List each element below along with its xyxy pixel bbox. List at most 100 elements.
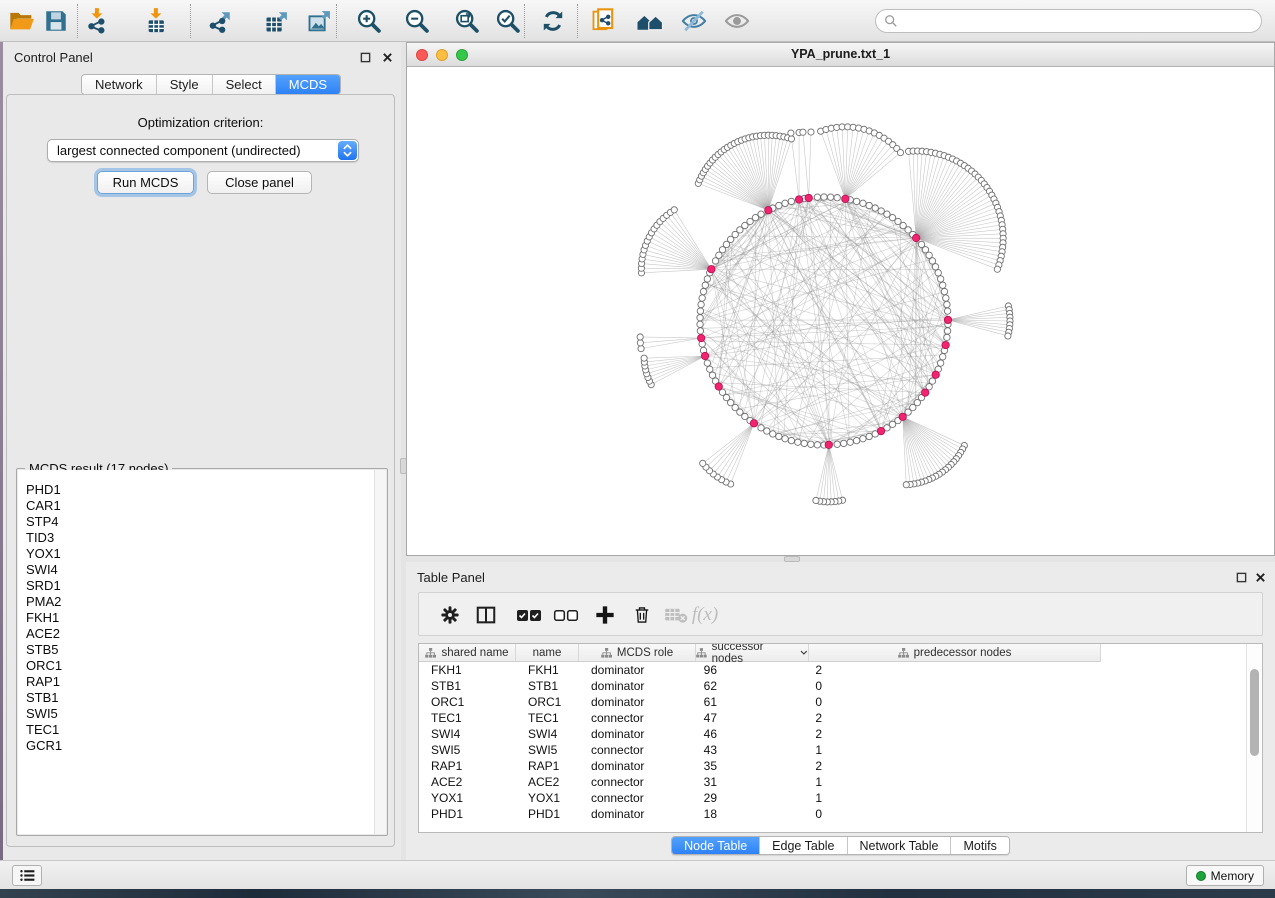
zoom-fit-icon[interactable]: [451, 5, 483, 37]
hide-selected-eye-icon[interactable]: [678, 5, 710, 37]
table-toolbar: f(x): [418, 592, 1263, 636]
export-table-icon[interactable]: [261, 5, 293, 37]
mcds-result-item[interactable]: TID3: [26, 530, 386, 546]
search-field[interactable]: [875, 9, 1262, 33]
export-network-icon[interactable]: [205, 5, 237, 37]
export-image-icon[interactable]: [304, 5, 336, 37]
save-session-icon[interactable]: [40, 5, 72, 37]
zoom-in-icon[interactable]: [353, 5, 385, 37]
mcds-result-item[interactable]: SWI5: [26, 706, 386, 722]
import-table-icon[interactable]: [142, 5, 174, 37]
mcds-result-item[interactable]: ORC1: [26, 658, 386, 674]
list-icon: [19, 869, 36, 882]
tab-network-table[interactable]: Network Table: [848, 837, 952, 854]
mcds-result-item[interactable]: SRD1: [26, 578, 386, 594]
tab-style[interactable]: Style: [157, 75, 213, 94]
table-row[interactable]: STB1 STB1 dominator 62 0: [419, 678, 1101, 694]
mcds-result-item[interactable]: GCR1: [26, 738, 386, 754]
table-panel-title: Table Panel: [417, 570, 485, 585]
table-body: FKH1 FKH1 dominator 96 2 STB1 STB1 domin…: [419, 662, 1101, 822]
show-all-eye-icon[interactable]: [721, 5, 753, 37]
deselect-all-icon[interactable]: [552, 601, 580, 629]
run-mcds-button[interactable]: Run MCDS: [97, 171, 194, 194]
column-header-successor-nodes[interactable]: successor nodes: [696, 644, 809, 662]
memory-status-icon: [1196, 871, 1206, 881]
toolbar-separator: [190, 4, 191, 38]
mcds-result-item[interactable]: PMA2: [26, 594, 386, 610]
toolbar-separator: [336, 4, 337, 38]
tab-node-table[interactable]: Node Table: [672, 837, 760, 854]
table-row[interactable]: RAP1 RAP1 dominator 35 2: [419, 758, 1101, 774]
table-tab-bar: Node Table Edge Table Network Table Moti…: [406, 836, 1275, 855]
column-header-mcds-role[interactable]: MCDS role: [579, 644, 696, 662]
mcds-result-item[interactable]: TEC1: [26, 722, 386, 738]
mcds-result-item[interactable]: FKH1: [26, 610, 386, 626]
open-file-icon[interactable]: [6, 5, 38, 37]
network-window-titlebar[interactable]: YPA_prune.txt_1: [407, 43, 1274, 67]
table-header-row: shared name name MCDS role successor nod…: [419, 644, 1101, 662]
tab-mcds[interactable]: MCDS: [276, 75, 340, 94]
table-settings-gear-icon[interactable]: [436, 601, 464, 629]
delete-column-trash-icon[interactable]: [628, 601, 656, 629]
tab-select[interactable]: Select: [213, 75, 276, 94]
table-row[interactable]: SWI4 SWI4 dominator 46 2: [419, 726, 1101, 742]
mcds-result-item[interactable]: STP4: [26, 514, 386, 530]
float-panel-icon[interactable]: [358, 50, 372, 64]
mcds-list-scrollbar[interactable]: [374, 470, 386, 834]
network-view-window: YPA_prune.txt_1: [406, 42, 1275, 556]
mcds-result-item[interactable]: PHD1: [26, 482, 386, 498]
new-network-from-selection-icon[interactable]: [588, 5, 620, 37]
select-all-icon[interactable]: [515, 601, 543, 629]
first-neighbors-icon[interactable]: [634, 5, 666, 37]
mcds-result-item[interactable]: STB1: [26, 690, 386, 706]
mcds-result-group: MCDS result (17 nodes) PHD1CAR1STP4TID3Y…: [16, 468, 388, 836]
mcds-result-item[interactable]: STB5: [26, 642, 386, 658]
tab-network[interactable]: Network: [82, 75, 157, 94]
table-scrollbar[interactable]: [1246, 644, 1262, 832]
table-row[interactable]: ORC1 ORC1 dominator 61 0: [419, 694, 1101, 710]
table-row[interactable]: YOX1 YOX1 connector 29 1: [419, 790, 1101, 806]
mcds-result-list[interactable]: PHD1CAR1STP4TID3YOX1SWI4SRD1PMA2FKH1ACE2…: [18, 470, 386, 834]
close-panel-icon[interactable]: [1253, 570, 1267, 584]
table-row[interactable]: FKH1 FKH1 dominator 96 2: [419, 662, 1101, 678]
column-header-shared-name[interactable]: shared name: [419, 644, 516, 662]
network-graph[interactable]: [407, 67, 1274, 555]
add-column-icon[interactable]: [591, 601, 619, 629]
float-panel-icon[interactable]: [1234, 570, 1248, 584]
refresh-icon[interactable]: [537, 5, 569, 37]
memory-button[interactable]: Memory: [1186, 865, 1264, 886]
table-row[interactable]: ACE2 ACE2 connector 31 1: [419, 774, 1101, 790]
control-panel-tab-bar: Network Style Select MCDS: [81, 74, 341, 95]
scrollbar-thumb[interactable]: [1250, 669, 1259, 756]
main-toolbar: [0, 0, 1275, 42]
show-log-list-button[interactable]: [12, 865, 42, 886]
tab-edge-table[interactable]: Edge Table: [760, 837, 847, 854]
column-header-name[interactable]: name: [516, 644, 579, 662]
cytoscape-window: Control Panel Network Style Select MCDS …: [0, 0, 1275, 898]
sort-descending-icon: [800, 650, 808, 655]
mcds-result-item[interactable]: CAR1: [26, 498, 386, 514]
desktop-edge: [0, 889, 1275, 898]
mcds-result-item[interactable]: SWI4: [26, 562, 386, 578]
control-panel: Control Panel Network Style Select MCDS …: [3, 42, 401, 860]
network-canvas[interactable]: [407, 67, 1274, 555]
mcds-result-item[interactable]: ACE2: [26, 626, 386, 642]
mcds-result-item[interactable]: RAP1: [26, 674, 386, 690]
mcds-result-item[interactable]: YOX1: [26, 546, 386, 562]
table-row[interactable]: PHD1 PHD1 dominator 18 0: [419, 806, 1101, 822]
column-header-predecessor-nodes[interactable]: predecessor nodes: [809, 644, 1101, 662]
table-row[interactable]: TEC1 TEC1 connector 47 2: [419, 710, 1101, 726]
table-panel: Table Panel: [406, 562, 1275, 860]
optimization-criterion-select[interactable]: largest connected component (undirected): [47, 139, 359, 162]
import-network-icon[interactable]: [83, 5, 115, 37]
search-input[interactable]: [898, 14, 1238, 28]
close-panel-button[interactable]: Close panel: [207, 171, 312, 194]
table-row[interactable]: SWI5 SWI5 connector 43 1: [419, 742, 1101, 758]
show-columns-icon[interactable]: [472, 601, 500, 629]
zoom-selected-icon[interactable]: [492, 5, 524, 37]
tab-motifs[interactable]: Motifs: [951, 837, 1008, 854]
zoom-out-icon[interactable]: [401, 5, 433, 37]
column-type-icon: [601, 648, 612, 658]
close-panel-icon[interactable]: [380, 50, 394, 64]
function-builder-icon-disabled: f(x): [691, 601, 719, 629]
